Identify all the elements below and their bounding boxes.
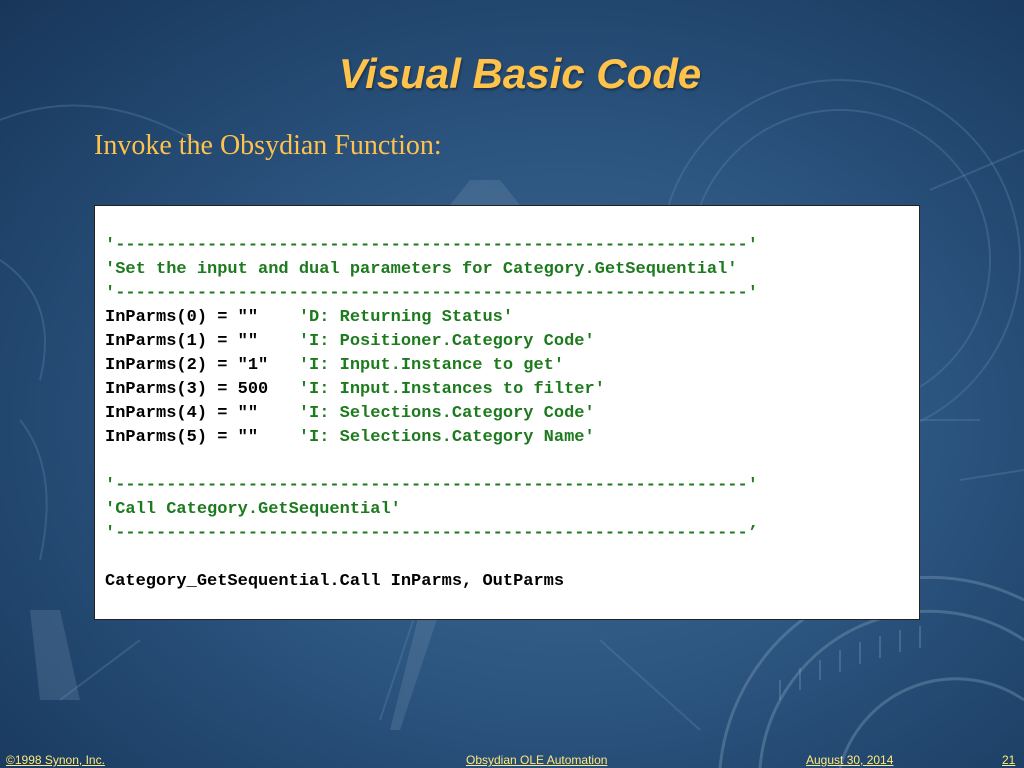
code-comment: '---------------------------------------… <box>105 284 758 303</box>
code-line: InParms(3) = 500 'I: Input.Instances to … <box>105 378 909 402</box>
code-comment: '---------------------------------------… <box>105 524 758 543</box>
code-comment: 'I: Selections.Category Code' <box>298 404 595 423</box>
code-comment: 'I: Selections.Category Name' <box>298 428 595 447</box>
code-comment: 'I: Input.Instance to get' <box>298 356 565 375</box>
code-statement: Category_GetSequential.Call InParms, Out… <box>105 572 565 591</box>
code-line: InParms(4) = "" 'I: Selections.Category … <box>105 402 909 426</box>
slide-subtitle: Invoke the Obsydian Function: <box>94 130 442 161</box>
code-line: InParms(1) = "" 'I: Positioner.Category … <box>105 330 909 354</box>
code-line: InParms(2) = "1" 'I: Input.Instance to g… <box>105 354 909 378</box>
code-line: '---------------------------------------… <box>105 234 909 258</box>
code-comment: 'D: Returning Status' <box>298 308 514 327</box>
code-comment: '---------------------------------------… <box>105 236 758 255</box>
code-comment: '---------------------------------------… <box>105 476 758 495</box>
slide-title: Visual Basic Code <box>338 50 702 97</box>
code-line: Category_GetSequential.Call InParms, Out… <box>105 570 909 594</box>
code-statement: InParms(4) = "" <box>105 404 299 423</box>
code-line: '---------------------------------------… <box>105 522 909 546</box>
code-line: '---------------------------------------… <box>105 474 909 498</box>
code-comment: 'I: Input.Instances to filter' <box>298 380 605 399</box>
footer-page-number-link[interactable]: 21 <box>1002 753 1015 767</box>
code-comment: 'Set the input and dual parameters for C… <box>105 260 738 279</box>
footer-date-link[interactable]: August 30, 2014 <box>806 753 893 767</box>
code-lines: '---------------------------------------… <box>105 234 909 594</box>
code-comment: 'I: Positioner.Category Code' <box>298 332 595 351</box>
code-line: InParms(0) = "" 'D: Returning Status' <box>105 306 909 330</box>
code-comment: 'Call Category.GetSequential' <box>105 500 401 519</box>
code-statement: InParms(3) = 500 <box>105 380 299 399</box>
code-statement: InParms(0) = "" <box>105 308 299 327</box>
footer-presentation-link[interactable]: Obsydian OLE Automation <box>466 753 607 767</box>
code-statement: InParms(2) = "1" <box>105 356 299 375</box>
code-line: InParms(5) = "" 'I: Selections.Category … <box>105 426 909 450</box>
code-line: '---------------------------------------… <box>105 282 909 306</box>
code-block: '---------------------------------------… <box>94 205 920 620</box>
code-line: 'Call Category.GetSequential' <box>105 498 909 522</box>
code-statement: InParms(1) = "" <box>105 332 299 351</box>
code-statement: InParms(5) = "" <box>105 428 299 447</box>
footer-copyright-link[interactable]: ©1998 Synon, Inc. <box>6 753 105 767</box>
code-line: 'Set the input and dual parameters for C… <box>105 258 909 282</box>
